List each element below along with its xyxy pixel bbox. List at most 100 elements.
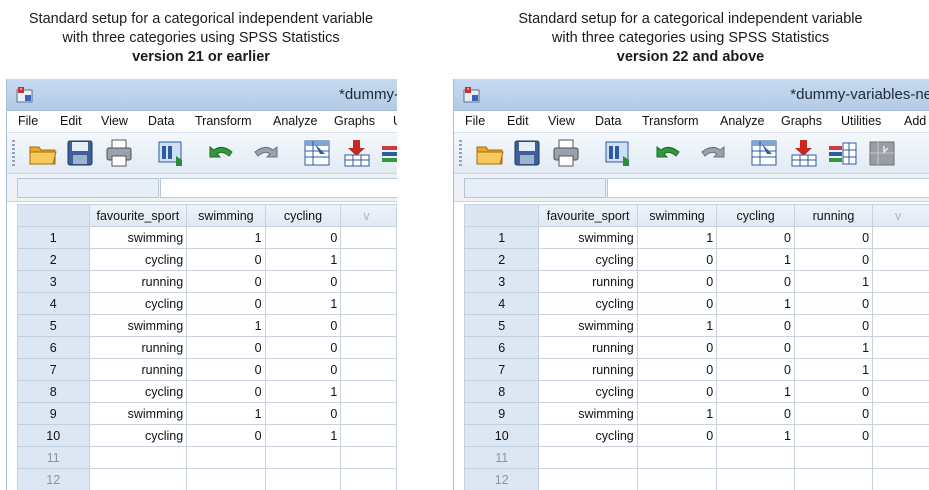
- data-cell[interactable]: 0: [264, 358, 342, 381]
- empty-cell[interactable]: [340, 336, 397, 359]
- grid-corner[interactable]: [463, 204, 540, 227]
- menu-view[interactable]: View: [101, 114, 128, 128]
- empty-cell[interactable]: [340, 292, 397, 315]
- title-bar[interactable]: *dummy-: [7, 79, 397, 111]
- data-cell[interactable]: 0: [636, 380, 718, 403]
- data-cell[interactable]: 0: [186, 336, 266, 359]
- data-cell[interactable]: running: [538, 336, 638, 359]
- data-cell[interactable]: 0: [716, 270, 795, 293]
- variables-icon[interactable]: [380, 138, 397, 168]
- row-number[interactable]: 8: [17, 380, 90, 403]
- empty-cell[interactable]: [872, 270, 929, 293]
- data-cell[interactable]: 0: [636, 292, 718, 315]
- data-cell[interactable]: 0: [793, 292, 874, 315]
- data-cell[interactable]: running: [538, 270, 638, 293]
- menu-file[interactable]: File: [465, 114, 485, 128]
- empty-cell[interactable]: [340, 248, 397, 271]
- column-header-swimming[interactable]: swimming: [186, 204, 266, 227]
- data-cell[interactable]: 1: [793, 336, 874, 359]
- empty-cell[interactable]: [340, 380, 397, 403]
- data-cell[interactable]: 0: [636, 424, 718, 447]
- data-cell[interactable]: cycling: [88, 380, 188, 403]
- data-cell[interactable]: cycling: [538, 424, 638, 447]
- data-cell[interactable]: [264, 468, 342, 490]
- data-cell[interactable]: [793, 446, 874, 469]
- data-cell[interactable]: 0: [716, 336, 795, 359]
- data-cell[interactable]: running: [538, 358, 638, 381]
- row-number[interactable]: 11: [463, 446, 540, 469]
- menu-graphs[interactable]: Graphs: [334, 114, 375, 128]
- empty-cell[interactable]: [340, 226, 397, 249]
- empty-cell[interactable]: [872, 292, 929, 315]
- row-number[interactable]: 10: [463, 424, 540, 447]
- empty-cell[interactable]: [340, 402, 397, 425]
- open-folder-icon[interactable]: [27, 138, 59, 168]
- row-number[interactable]: 2: [17, 248, 90, 271]
- menu-transform[interactable]: Transform: [195, 114, 252, 128]
- empty-cell[interactable]: [872, 402, 929, 425]
- menu-view[interactable]: View: [548, 114, 575, 128]
- empty-cell[interactable]: [340, 314, 397, 337]
- data-cell[interactable]: [186, 468, 266, 490]
- data-cell[interactable]: 0: [636, 270, 718, 293]
- menu-transform[interactable]: Transform: [642, 114, 699, 128]
- row-number[interactable]: 3: [463, 270, 540, 293]
- data-cell[interactable]: [636, 468, 718, 490]
- data-cell[interactable]: 0: [716, 314, 795, 337]
- empty-cell[interactable]: [872, 248, 929, 271]
- data-cell[interactable]: 1: [186, 314, 266, 337]
- row-number[interactable]: 12: [463, 468, 540, 490]
- data-cell[interactable]: 0: [186, 380, 266, 403]
- data-cell[interactable]: 0: [793, 402, 874, 425]
- data-cell[interactable]: 0: [716, 402, 795, 425]
- row-number[interactable]: 5: [463, 314, 540, 337]
- open-folder-icon[interactable]: [474, 138, 506, 168]
- data-cell[interactable]: swimming: [538, 226, 638, 249]
- dialog-recall-icon[interactable]: [156, 138, 188, 168]
- data-cell[interactable]: cycling: [88, 292, 188, 315]
- data-cell[interactable]: 0: [716, 358, 795, 381]
- column-header-swimming[interactable]: swimming: [636, 204, 718, 227]
- menu-data[interactable]: Data: [595, 114, 621, 128]
- redo-icon[interactable]: [249, 138, 281, 168]
- empty-cell[interactable]: [872, 314, 929, 337]
- row-number[interactable]: 2: [463, 248, 540, 271]
- row-number[interactable]: 1: [17, 226, 90, 249]
- data-cell[interactable]: cycling: [538, 248, 638, 271]
- title-bar[interactable]: *dummy-variables-ne: [454, 79, 929, 111]
- empty-cell[interactable]: [872, 468, 929, 490]
- row-number[interactable]: 9: [17, 402, 90, 425]
- empty-cell[interactable]: [340, 446, 397, 469]
- menu-analyze[interactable]: Analyze: [273, 114, 317, 128]
- empty-cell[interactable]: [872, 226, 929, 249]
- dialog-recall-icon[interactable]: [603, 138, 635, 168]
- data-cell[interactable]: running: [88, 336, 188, 359]
- data-cell[interactable]: 1: [636, 402, 718, 425]
- data-cell[interactable]: [186, 446, 266, 469]
- data-cell[interactable]: 1: [186, 226, 266, 249]
- data-cell[interactable]: 0: [186, 292, 266, 315]
- data-cell[interactable]: 0: [793, 314, 874, 337]
- data-cell[interactable]: cycling: [88, 424, 188, 447]
- data-cell[interactable]: 1: [264, 424, 342, 447]
- empty-cell[interactable]: [872, 336, 929, 359]
- data-cell[interactable]: 0: [716, 226, 795, 249]
- data-cell[interactable]: swimming: [88, 314, 188, 337]
- empty-cell[interactable]: [872, 358, 929, 381]
- data-cell[interactable]: [793, 468, 874, 490]
- data-cell[interactable]: 1: [716, 292, 795, 315]
- menu-add-ons[interactable]: Add: [904, 114, 926, 128]
- data-cell[interactable]: 1: [716, 424, 795, 447]
- data-cell[interactable]: swimming: [88, 402, 188, 425]
- data-cell[interactable]: 1: [186, 402, 266, 425]
- row-number[interactable]: 4: [17, 292, 90, 315]
- menu-graphs[interactable]: Graphs: [781, 114, 822, 128]
- data-cell[interactable]: 1: [793, 270, 874, 293]
- data-cell[interactable]: 1: [716, 380, 795, 403]
- data-cell[interactable]: 0: [186, 270, 266, 293]
- redo-icon[interactable]: [696, 138, 728, 168]
- menu-utilities[interactable]: Utilities: [841, 114, 881, 128]
- data-cell[interactable]: 1: [264, 248, 342, 271]
- grid-corner[interactable]: [17, 204, 90, 227]
- cell-name-box[interactable]: [464, 178, 606, 198]
